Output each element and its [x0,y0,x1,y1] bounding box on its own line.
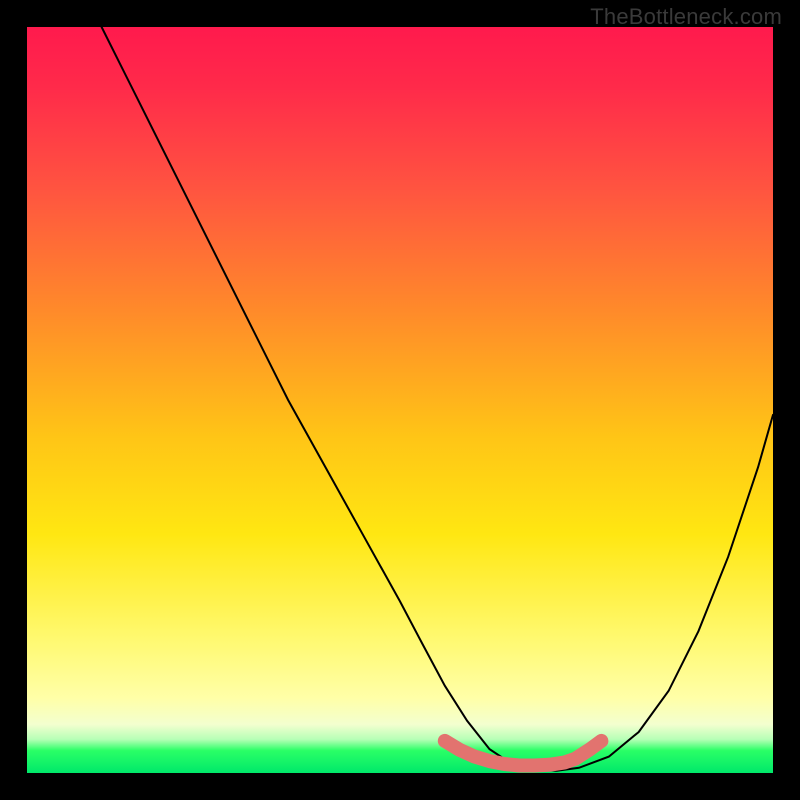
watermark-label: TheBottleneck.com [590,4,782,30]
chart-frame: TheBottleneck.com [0,0,800,800]
chart-svg [27,27,773,773]
plot-area [27,27,773,773]
bottleneck-curve [102,27,773,771]
sweet-spot-marker [445,741,602,766]
